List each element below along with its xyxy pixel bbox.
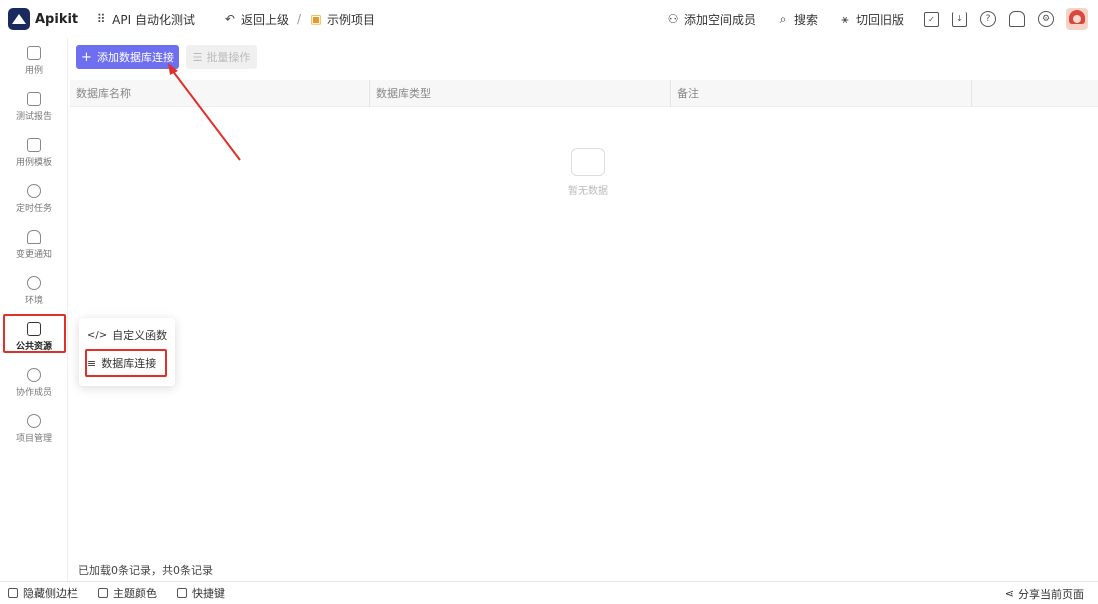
- gift-icon: ▣: [310, 12, 322, 26]
- help-icon[interactable]: ?: [980, 11, 996, 27]
- record-count-status: 已加载0条记录，共0条记录: [78, 564, 213, 577]
- download-icon[interactable]: ↓: [952, 11, 967, 27]
- workspace-name: API 自动化测试: [112, 12, 195, 27]
- undo-icon: ↶: [224, 12, 235, 26]
- search-button[interactable]: ⌕ 搜索: [776, 11, 818, 28]
- menu-item-label: 自定义函数: [112, 329, 168, 342]
- add-database-connection-button[interactable]: + 添加数据库连接: [76, 45, 179, 69]
- members-icon: [27, 368, 41, 382]
- search-label: 搜索: [793, 12, 818, 27]
- back-label: 返回上级: [240, 12, 289, 27]
- bottom-bar: 隐藏侧边栏 主题颜色 快捷键 ⋖ 分享当前页面: [0, 581, 1098, 604]
- table-header: 数据库名称 数据库类型 备注: [70, 80, 1098, 107]
- batch-button-label: 批量操作: [206, 51, 251, 64]
- sidebar-toggle-icon: [8, 588, 18, 598]
- report-icon: [27, 92, 41, 106]
- sidebar-item-label: 用例: [24, 66, 43, 76]
- breadcrumb-separator: /: [296, 12, 302, 26]
- top-bar: Apikit ⠿ API 自动化测试 ↶ 返回上级 / ▣ 示例项目 ⚇ 添加空…: [0, 0, 1098, 38]
- add-member-label: 添加空间成员: [683, 12, 756, 27]
- empty-inbox-icon: [571, 148, 605, 176]
- test-case-icon: [27, 46, 41, 60]
- search-icon: ⌕: [779, 11, 787, 26]
- empty-text: 暂无数据: [568, 186, 608, 197]
- sidebar-item-label: 定时任务: [15, 204, 52, 214]
- hide-sidebar-label: 隐藏侧边栏: [23, 587, 78, 600]
- keyboard-icon: [177, 588, 187, 598]
- add-button-label: 添加数据库连接: [96, 51, 174, 64]
- share-label: 分享当前页面: [1018, 587, 1084, 601]
- sidebar-item-label: 协作成员: [15, 388, 52, 398]
- sidebar-item-label: 用例模板: [15, 158, 52, 168]
- column-header-remark[interactable]: 备注: [671, 80, 972, 107]
- shortcuts-label: 快捷键: [192, 587, 225, 600]
- top-right-tools: ⚇ 添加空间成员 ⌕ 搜索 ⚹ 切回旧版 ✓ ↓ ? ⚙: [646, 0, 1088, 38]
- gear-icon: [27, 414, 41, 428]
- bell-icon: [27, 230, 41, 244]
- shirt-icon: [98, 588, 108, 598]
- brand-name: Apikit: [35, 11, 79, 27]
- sidebar-item-members[interactable]: 协作成员: [0, 360, 68, 406]
- sidebar-item-notification[interactable]: 变更通知: [0, 222, 68, 268]
- apikit-logo-icon: [8, 8, 30, 30]
- list-icon: ☰: [192, 50, 203, 64]
- project-name[interactable]: ▣ 示例项目: [309, 11, 375, 28]
- plus-icon: +: [81, 49, 92, 65]
- project-label: 示例项目: [327, 12, 376, 27]
- menu-item-custom-function[interactable]: </> 自定义函数: [87, 324, 167, 346]
- column-header-actions: [972, 80, 1098, 107]
- sidebar-item-report[interactable]: 测试报告: [0, 84, 68, 130]
- database-connection-highlight: [85, 349, 167, 377]
- old-version-label: 切回旧版: [855, 12, 904, 27]
- add-member-button[interactable]: ⚇ 添加空间成员: [666, 11, 756, 28]
- sidebar-item-label: 测试报告: [15, 112, 52, 122]
- sidebar-item-template[interactable]: 用例模板: [0, 130, 68, 176]
- sidebar-item-scheduled-task[interactable]: 定时任务: [0, 176, 68, 222]
- timer-icon: [27, 184, 41, 198]
- cube-icon: [27, 276, 41, 290]
- workspace-switcher[interactable]: ⠿ API 自动化测试: [94, 11, 195, 28]
- sidebar-item-test-case[interactable]: 用例: [0, 38, 68, 84]
- user-avatar[interactable]: [1066, 8, 1088, 30]
- sidebar-item-label: 变更通知: [15, 250, 52, 260]
- column-header-db-type[interactable]: 数据库类型: [370, 80, 671, 107]
- empty-state: 暂无数据: [548, 148, 628, 197]
- magic-wand-icon: ⚹: [841, 11, 849, 26]
- grid-dots-icon: ⠿: [96, 12, 106, 26]
- theme-label: 主题颜色: [113, 587, 157, 600]
- notification-bell-icon[interactable]: [1009, 11, 1025, 27]
- brand-logo[interactable]: Apikit: [8, 8, 78, 30]
- share-page-button[interactable]: ⋖ 分享当前页面: [1005, 582, 1084, 604]
- column-header-db-name[interactable]: 数据库名称: [70, 80, 370, 107]
- add-user-icon: ⚇: [667, 12, 679, 26]
- share-icon: ⋖: [1004, 587, 1014, 600]
- sidebar-item-label: 项目管理: [15, 434, 52, 444]
- public-resources-highlight: [3, 314, 66, 353]
- template-icon: [27, 138, 41, 152]
- main-content: + 添加数据库连接 ☰ 批量操作 数据库名称 数据库类型 备注 暂无数据 已加载…: [68, 38, 1098, 581]
- code-icon: </>: [87, 329, 108, 341]
- hide-sidebar-button[interactable]: 隐藏侧边栏: [8, 585, 78, 601]
- settings-gear-icon[interactable]: ⚙: [1038, 11, 1054, 27]
- sidebar-item-project-settings[interactable]: 项目管理: [0, 406, 68, 452]
- sidebar-item-label: 环境: [24, 296, 43, 306]
- old-version-button[interactable]: ⚹ 切回旧版: [838, 11, 904, 28]
- back-button[interactable]: ↶ 返回上级: [223, 11, 289, 28]
- left-sidebar: 用例 测试报告 用例模板 定时任务 变更通知 环境 公共资源 协作成员 项目管理: [0, 38, 68, 581]
- sidebar-item-environment[interactable]: 环境: [0, 268, 68, 314]
- shortcuts-button[interactable]: 快捷键: [177, 585, 225, 601]
- theme-color-button[interactable]: 主题颜色: [98, 585, 157, 601]
- batch-operation-button[interactable]: ☰ 批量操作: [186, 45, 257, 69]
- calendar-icon[interactable]: ✓: [924, 11, 939, 27]
